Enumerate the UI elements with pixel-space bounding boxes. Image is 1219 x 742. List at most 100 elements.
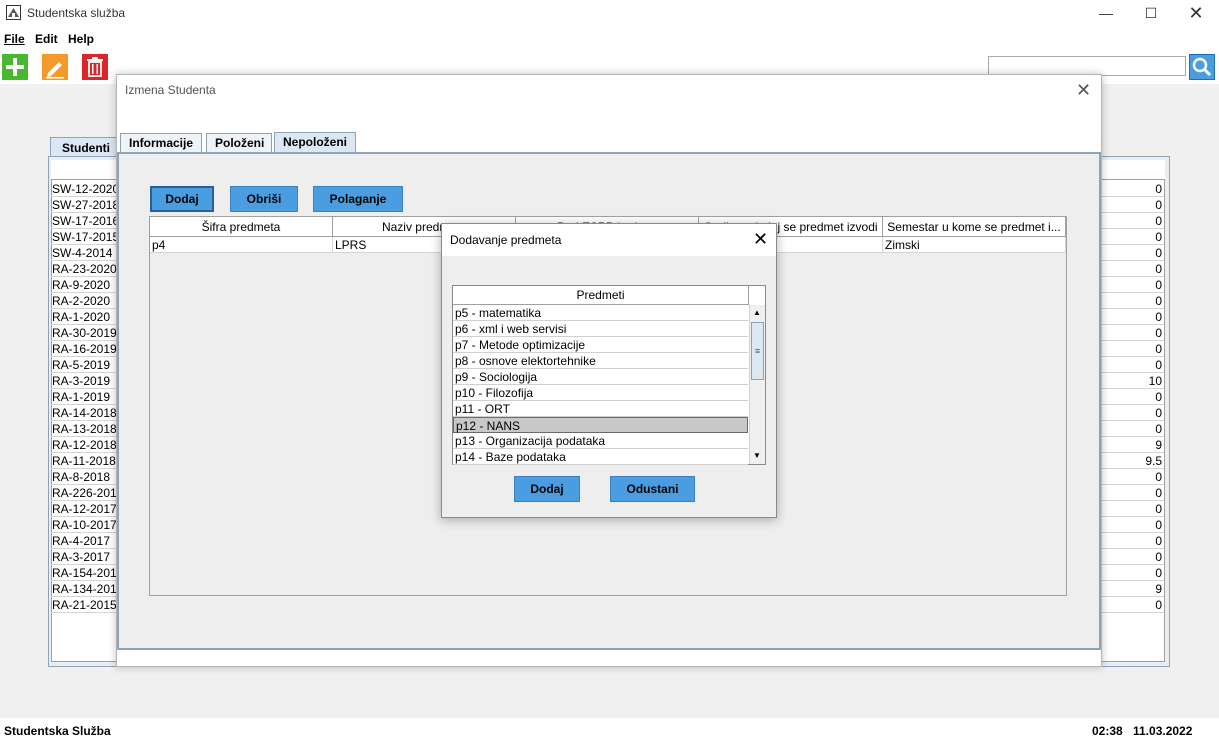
list-item[interactable]: p5 - matematika	[453, 305, 748, 321]
student-index-cell[interactable]: RA-21-2015	[51, 597, 121, 613]
delete-button[interactable]	[82, 54, 108, 80]
maximize-button[interactable]: ☐	[1128, 0, 1174, 26]
obrisi-button[interactable]: Obriši	[230, 186, 298, 212]
student-index-cell[interactable]: SW-12-2020	[51, 181, 121, 197]
student-index-cell[interactable]: RA-30-2019	[51, 325, 121, 341]
student-value-cell[interactable]: 0	[1101, 277, 1164, 293]
student-value-cell[interactable]: 0	[1101, 501, 1164, 517]
student-value-cell[interactable]: 0	[1101, 213, 1164, 229]
list-item[interactable]: p7 - Metode optimizacije	[453, 337, 748, 353]
student-index-cell[interactable]: RA-226-201	[51, 485, 121, 501]
student-index-cell[interactable]: RA-134-201	[51, 581, 121, 597]
menu-file[interactable]: File	[4, 32, 25, 46]
dodaj-predmet-button[interactable]: Dodaj	[514, 476, 580, 502]
menu-edit[interactable]: Edit	[35, 32, 58, 46]
status-date: 11.03.2022	[1133, 724, 1193, 738]
column-header[interactable]: Semestar u kome se predmet i...	[883, 217, 1066, 237]
search-button[interactable]	[1189, 54, 1215, 80]
polaganje-button[interactable]: Polaganje	[313, 186, 403, 212]
tab-informacije[interactable]: Informacije	[120, 133, 202, 153]
list-item[interactable]: p13 - Organizacija podataka	[453, 433, 748, 449]
scroll-down-icon[interactable]: ▼	[750, 449, 764, 463]
student-index-cell[interactable]: RA-8-2018	[51, 469, 121, 485]
student-index-cell[interactable]: RA-4-2017	[51, 533, 121, 549]
student-value-cell[interactable]: 0	[1101, 229, 1164, 245]
list-item[interactable]: p6 - xml i web servisi	[453, 321, 748, 337]
close-button[interactable]: ✕	[1173, 0, 1219, 26]
student-index-cell[interactable]: SW-4-2014	[51, 245, 121, 261]
student-index-cell[interactable]: RA-3-2019	[51, 373, 121, 389]
student-index-cell[interactable]: RA-23-2020	[51, 261, 121, 277]
student-index-cell[interactable]: RA-10-2017	[51, 517, 121, 533]
scroll-up-icon[interactable]: ▲	[750, 306, 764, 320]
student-value-cell[interactable]: 0	[1101, 309, 1164, 325]
student-index-cell[interactable]: RA-5-2019	[51, 357, 121, 373]
student-value-cell[interactable]: 0	[1101, 549, 1164, 565]
dialog-close-button[interactable]: ✕	[1076, 80, 1091, 101]
list-item[interactable]: p14 - Baze podataka	[453, 449, 748, 465]
app-icon	[6, 5, 21, 20]
student-value-cell[interactable]: 0	[1101, 565, 1164, 581]
tab-studenti[interactable]: Studenti	[50, 137, 120, 157]
student-value-cell[interactable]: 0	[1101, 421, 1164, 437]
status-bar	[0, 718, 1219, 742]
student-index-cell[interactable]: RA-13-2018	[51, 421, 121, 437]
student-value-cell[interactable]: 0	[1101, 341, 1164, 357]
student-value-cell[interactable]: 0	[1101, 485, 1164, 501]
student-value-cell[interactable]: 9	[1101, 581, 1164, 597]
student-index-cell[interactable]: RA-9-2020	[51, 277, 121, 293]
student-value-cell[interactable]: 0	[1101, 389, 1164, 405]
student-value-cell[interactable]: 0	[1101, 181, 1164, 197]
student-index-cell[interactable]: RA-12-2017	[51, 501, 121, 517]
table-cell[interactable]: Zimski	[883, 237, 1066, 253]
student-value-cell[interactable]: 9	[1101, 437, 1164, 453]
student-index-cell[interactable]: RA-2-2020	[51, 293, 121, 309]
student-index-cell[interactable]: SW-17-2015	[51, 229, 121, 245]
student-value-cell[interactable]: 9.5	[1101, 453, 1164, 469]
list-item[interactable]: p11 - ORT	[453, 401, 748, 417]
student-value-cell[interactable]: 0	[1101, 325, 1164, 341]
list-item[interactable]: p12 - NANS	[453, 417, 748, 433]
student-value-cell[interactable]: 0	[1101, 405, 1164, 421]
student-index-cell[interactable]: RA-16-2019	[51, 341, 121, 357]
student-value-cell[interactable]: 0	[1101, 293, 1164, 309]
student-value-cell[interactable]: 0	[1101, 597, 1164, 613]
tab-nepolozeni[interactable]: Nepoloženi	[274, 132, 356, 153]
list-header: Predmeti	[453, 286, 749, 305]
table-cell[interactable]: p4	[150, 237, 333, 253]
student-index-cell[interactable]: RA-1-2020	[51, 309, 121, 325]
student-index-cell[interactable]: SW-27-2018	[51, 197, 121, 213]
edit-button[interactable]	[42, 54, 68, 80]
dialog-close-button[interactable]: ✕	[753, 229, 768, 250]
student-index-cell[interactable]: RA-12-2018	[51, 437, 121, 453]
minimize-button[interactable]: —	[1083, 0, 1129, 26]
student-index-cell[interactable]: RA-154-201	[51, 565, 121, 581]
column-header[interactable]: Šifra predmeta	[150, 217, 333, 237]
list-item[interactable]: p8 - osnove elektortehnike	[453, 353, 748, 369]
menu-help[interactable]: Help	[68, 32, 94, 46]
student-value-cell[interactable]: 0	[1101, 533, 1164, 549]
student-index-cell[interactable]: RA-14-2018	[51, 405, 121, 421]
student-index-cell[interactable]: SW-17-2016	[51, 213, 121, 229]
student-value-cell[interactable]: 0	[1101, 197, 1164, 213]
list-item[interactable]: p10 - Filozofija	[453, 385, 748, 401]
tab-polozeni[interactable]: Položeni	[206, 133, 272, 153]
student-value-cell[interactable]: 0	[1101, 245, 1164, 261]
student-value-cell[interactable]: 0	[1101, 357, 1164, 373]
close-icon: ✕	[753, 229, 769, 249]
student-value-cell[interactable]: 10	[1101, 373, 1164, 389]
scroll-thumb[interactable]: ≡	[751, 322, 764, 380]
list-item[interactable]: p9 - Sociologija	[453, 369, 748, 385]
student-index-cell[interactable]: RA-1-2019	[51, 389, 121, 405]
student-value-cell[interactable]: 0	[1101, 469, 1164, 485]
student-index-cell[interactable]: RA-3-2017	[51, 549, 121, 565]
odustani-button[interactable]: Odustani	[610, 476, 695, 502]
search-input[interactable]	[988, 56, 1186, 76]
student-index-cell[interactable]: RA-11-2018	[51, 453, 121, 469]
student-value-cell[interactable]: 0	[1101, 517, 1164, 533]
add-button[interactable]	[2, 54, 28, 80]
title-bar	[0, 0, 1219, 26]
student-value-cell[interactable]: 0	[1101, 261, 1164, 277]
menu-bar	[0, 26, 1219, 50]
dodaj-button[interactable]: Dodaj	[150, 186, 214, 212]
